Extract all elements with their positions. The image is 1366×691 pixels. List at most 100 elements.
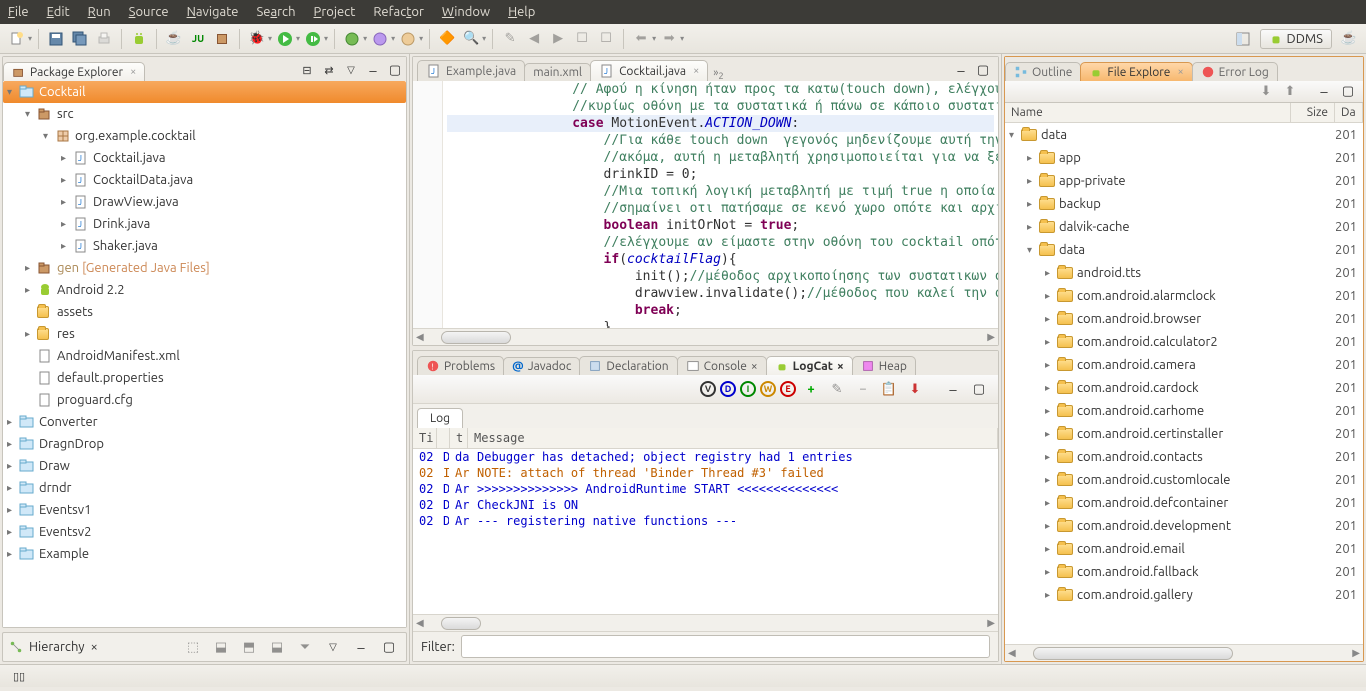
debug-button[interactable]: 🐞 [246, 28, 268, 50]
add-filter-button[interactable]: + [800, 378, 822, 400]
run-button[interactable] [274, 28, 296, 50]
more-tabs-button[interactable]: »2 [707, 65, 723, 81]
tree-row[interactable]: ▸JCocktail.java [3, 147, 406, 169]
minimize-icon[interactable]: ‒ [942, 378, 964, 400]
bottom-tab-declaration[interactable]: Declaration [579, 356, 677, 375]
menu-project[interactable]: Project [314, 5, 356, 19]
new-package-button[interactable] [211, 28, 233, 50]
open-type-button[interactable]: 🔶 [436, 28, 458, 50]
maximize-icon[interactable]: ▢ [968, 378, 990, 400]
close-icon[interactable]: × [91, 640, 98, 654]
bottom-tab-console[interactable]: Console× [677, 356, 767, 375]
tree-row[interactable]: ▸JDrawView.java [3, 191, 406, 213]
menu-refactor[interactable]: Refactor [373, 5, 424, 19]
view-menu-icon[interactable]: ▽ [322, 636, 344, 658]
code-editor[interactable]: // Αφού η κίνηση ήταν προς τα κατω(touch… [413, 81, 998, 328]
bottom-tab-problems[interactable]: !Problems [417, 356, 504, 375]
file-explorer-row[interactable]: ▾data201 [1005, 238, 1363, 261]
tree-row[interactable]: ▸Example [3, 543, 406, 565]
tree-row[interactable]: default.properties [3, 367, 406, 389]
file-explorer-row[interactable]: ▸dalvik-cache201 [1005, 215, 1363, 238]
tree-row[interactable]: proguard.cfg [3, 389, 406, 411]
debug-filter-button[interactable]: D [720, 381, 736, 397]
tree-row[interactable]: ▸drndr [3, 477, 406, 499]
tree-row[interactable]: ▾org.example.cocktail [3, 125, 406, 147]
bottom-tab-logcat[interactable]: LogCat× [766, 356, 853, 375]
right-tab-outline[interactable]: Outline [1005, 62, 1081, 81]
show-views-icon[interactable]: ▯▯ [8, 665, 30, 687]
hier-icon4[interactable]: ⬓ [266, 636, 288, 658]
file-explorer-row[interactable]: ▸com.android.gallery201 [1005, 583, 1363, 606]
menu-window[interactable]: Window [442, 5, 490, 19]
file-explorer-row[interactable]: ▸com.android.development201 [1005, 514, 1363, 537]
tree-row[interactable]: ▸JDrink.java [3, 213, 406, 235]
menu-edit[interactable]: Edit [47, 5, 70, 19]
close-icon[interactable]: × [1177, 66, 1183, 78]
tree-row[interactable]: AndroidManifest.xml [3, 345, 406, 367]
annotation-next-button[interactable]: ▶ [547, 28, 569, 50]
editor-tab[interactable]: JExample.java [417, 60, 525, 81]
file-explorer-row[interactable]: ▸app201 [1005, 146, 1363, 169]
log-row[interactable]: 02DArCheckJNI is ON [413, 497, 998, 513]
close-icon[interactable]: × [130, 66, 136, 78]
run-last-button[interactable] [302, 28, 324, 50]
filter-input[interactable] [461, 635, 990, 658]
save-all-button[interactable] [69, 28, 91, 50]
new-java-project-button[interactable]: ☕ [163, 28, 185, 50]
tree-row[interactable]: ▸Android 2.2 [3, 279, 406, 301]
log-row[interactable]: 02DAr--- registering native functions --… [413, 513, 998, 529]
editor-scrollbar-horizontal[interactable]: ◀ ▶ [413, 328, 998, 345]
clear-log-button[interactable]: 📋 [878, 378, 900, 400]
tree-row[interactable]: ▸gen [Generated Java Files] [3, 257, 406, 279]
annotation-prev-button[interactable]: ◀ [523, 28, 545, 50]
log-row[interactable]: 02DAr>>>>>>>>>>>>>> AndroidRuntime START… [413, 481, 998, 497]
menu-run[interactable]: Run [88, 5, 111, 19]
file-explorer-row[interactable]: ▸app-private201 [1005, 169, 1363, 192]
maximize-icon[interactable]: ▢ [378, 636, 400, 658]
hier-icon2[interactable]: ⬓ [210, 636, 232, 658]
file-explorer-scrollbar-horizontal[interactable]: ◀ ▶ [1005, 644, 1363, 661]
error-filter-button[interactable]: E [780, 381, 796, 397]
menu-file[interactable]: File [8, 5, 29, 19]
android-sdk-button[interactable] [128, 28, 150, 50]
tree-row[interactable]: ▸JShaker.java [3, 235, 406, 257]
log-tab[interactable]: Log [417, 408, 463, 428]
warn-filter-button[interactable]: W [760, 381, 776, 397]
toggle-mark-button[interactable]: ✎ [499, 28, 521, 50]
tree-row[interactable]: ▸Eventsv2 [3, 521, 406, 543]
maximize-icon[interactable]: ▢ [1337, 81, 1359, 103]
package-explorer-tab[interactable]: Package Explorer × [3, 62, 145, 81]
java-perspective-button[interactable]: ☕ [1338, 28, 1360, 50]
file-explorer-row[interactable]: ▸android.tts201 [1005, 261, 1363, 284]
file-explorer-row[interactable]: ▸com.android.carhome201 [1005, 399, 1363, 422]
file-explorer-row[interactable]: ▸com.android.alarmclock201 [1005, 284, 1363, 307]
file-explorer-row[interactable]: ▸com.android.calculator2201 [1005, 330, 1363, 353]
hier-icon1[interactable]: ⬚ [182, 636, 204, 658]
new-enum-button[interactable] [397, 28, 419, 50]
minimize-icon[interactable]: ‒ [350, 636, 372, 658]
back-button[interactable]: ⬅ [630, 28, 652, 50]
file-explorer-row[interactable]: ▸com.android.customlocale201 [1005, 468, 1363, 491]
collapse-all-icon[interactable]: ⊟ [296, 59, 318, 81]
file-explorer-row[interactable]: ▸backup201 [1005, 192, 1363, 215]
file-explorer-row[interactable]: ▾data201 [1005, 123, 1363, 146]
log-scrollbar-horizontal[interactable]: ◀ ▶ [413, 614, 998, 631]
pull-file-icon[interactable]: ⬇ [1255, 81, 1277, 103]
tasks-button[interactable]: ☐ [571, 28, 593, 50]
save-button[interactable] [45, 28, 67, 50]
new-interface-button[interactable] [369, 28, 391, 50]
maximize-icon[interactable]: ▢ [972, 59, 994, 81]
push-file-icon[interactable]: ⬆ [1279, 81, 1301, 103]
tree-row[interactable]: ▸Eventsv1 [3, 499, 406, 521]
view-menu-icon[interactable]: ▽ [340, 59, 362, 81]
log-row[interactable]: 02IArNOTE: attach of thread 'Binder Thre… [413, 465, 998, 481]
forward-button[interactable]: ➡ [658, 28, 680, 50]
log-row[interactable]: 02DdaDebugger has detached; object regis… [413, 449, 998, 465]
tree-row[interactable]: assets [3, 301, 406, 323]
right-tab-error-log[interactable]: Error Log [1192, 62, 1278, 81]
file-explorer-row[interactable]: ▸com.android.certinstaller201 [1005, 422, 1363, 445]
file-explorer-row[interactable]: ▸com.android.fallback201 [1005, 560, 1363, 583]
minimize-icon[interactable]: ‒ [950, 59, 972, 81]
new-junit-button[interactable]: JU [187, 28, 209, 50]
close-icon[interactable]: × [693, 65, 699, 77]
